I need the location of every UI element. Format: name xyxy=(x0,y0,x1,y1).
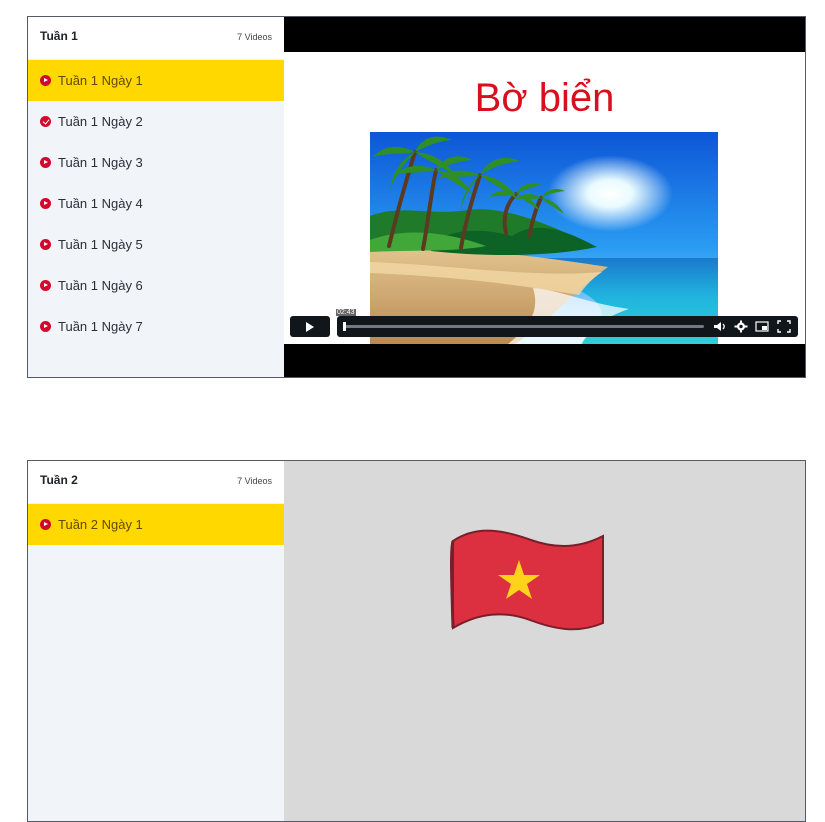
lesson-label: Tuần 1 Ngày 2 xyxy=(58,114,143,129)
lesson-item-week-2-day-1[interactable]: Tuần 2 Ngày 1 xyxy=(28,504,284,545)
video-frame: Bờ biển xyxy=(284,52,805,344)
module-header: Tuần 1 7 Videos xyxy=(28,17,284,60)
module-title: Tuần 2 xyxy=(40,473,78,487)
lesson-label: Tuần 1 Ngày 1 xyxy=(58,73,143,88)
lesson-list: Tuần 1 Ngày 1 Tuần 1 Ngày 2 Tuần 1 Ngày … xyxy=(28,60,284,347)
video-count: 7 Videos xyxy=(237,476,272,486)
vietnam-flag-icon xyxy=(450,529,604,631)
course-module-week-1: Tuần 1 7 Videos Tuần 1 Ngày 1 Tuần 1 Ngà… xyxy=(27,16,806,378)
settings-icon[interactable] xyxy=(734,320,748,333)
lesson-label: Tuần 2 Ngày 1 xyxy=(58,517,143,532)
beach-image xyxy=(370,132,718,344)
lesson-item-week-1-day-5[interactable]: Tuần 1 Ngày 5 xyxy=(28,224,284,265)
lesson-sidebar: Tuần 1 7 Videos Tuần 1 Ngày 1 Tuần 1 Ngà… xyxy=(28,17,284,377)
course-module-week-2: Tuần 2 7 Videos Tuần 2 Ngày 1 xyxy=(27,460,806,822)
fullscreen-icon[interactable] xyxy=(777,320,791,333)
play-button[interactable] xyxy=(290,316,330,337)
lesson-item-week-1-day-2[interactable]: Tuần 1 Ngày 2 xyxy=(28,101,284,142)
play-icon xyxy=(306,321,314,332)
video-control-bar xyxy=(337,316,798,337)
lesson-label: Tuần 1 Ngày 7 xyxy=(58,319,143,334)
play-circle-icon xyxy=(40,239,51,250)
lesson-label: Tuần 1 Ngày 4 xyxy=(58,196,143,211)
lesson-sidebar: Tuần 2 7 Videos Tuần 2 Ngày 1 xyxy=(28,461,284,821)
lesson-label: Tuần 1 Ngày 6 xyxy=(58,278,143,293)
progress-handle[interactable] xyxy=(343,322,346,331)
play-circle-icon xyxy=(40,198,51,209)
lesson-item-week-1-day-6[interactable]: Tuần 1 Ngày 6 xyxy=(28,265,284,306)
video-count: 7 Videos xyxy=(237,32,272,42)
slide-title: Bờ biển xyxy=(474,76,615,120)
lesson-item-week-1-day-7[interactable]: Tuần 1 Ngày 7 xyxy=(28,306,284,347)
module-header: Tuần 2 7 Videos xyxy=(28,461,284,504)
module-title: Tuần 1 xyxy=(40,29,78,43)
video-current-time: 02:43 xyxy=(336,309,356,316)
lesson-label: Tuần 1 Ngày 5 xyxy=(58,237,143,252)
lesson-label: Tuần 1 Ngày 3 xyxy=(58,155,143,170)
picture-in-picture-icon[interactable] xyxy=(755,320,769,333)
lesson-list: Tuần 2 Ngày 1 xyxy=(28,504,284,545)
video-preview[interactable] xyxy=(284,461,805,821)
play-circle-icon xyxy=(40,75,51,86)
lesson-item-week-1-day-4[interactable]: Tuần 1 Ngày 4 xyxy=(28,183,284,224)
play-circle-icon xyxy=(40,519,51,530)
check-circle-icon xyxy=(40,116,51,127)
play-circle-icon xyxy=(40,157,51,168)
video-progress-bar[interactable] xyxy=(343,322,704,331)
play-circle-icon xyxy=(40,280,51,291)
play-circle-icon xyxy=(40,321,51,332)
lesson-item-week-1-day-1[interactable]: Tuần 1 Ngày 1 xyxy=(28,60,284,101)
volume-icon[interactable] xyxy=(713,320,727,333)
lesson-item-week-1-day-3[interactable]: Tuần 1 Ngày 3 xyxy=(28,142,284,183)
video-player[interactable]: Bờ biển 02:43 xyxy=(284,17,805,377)
